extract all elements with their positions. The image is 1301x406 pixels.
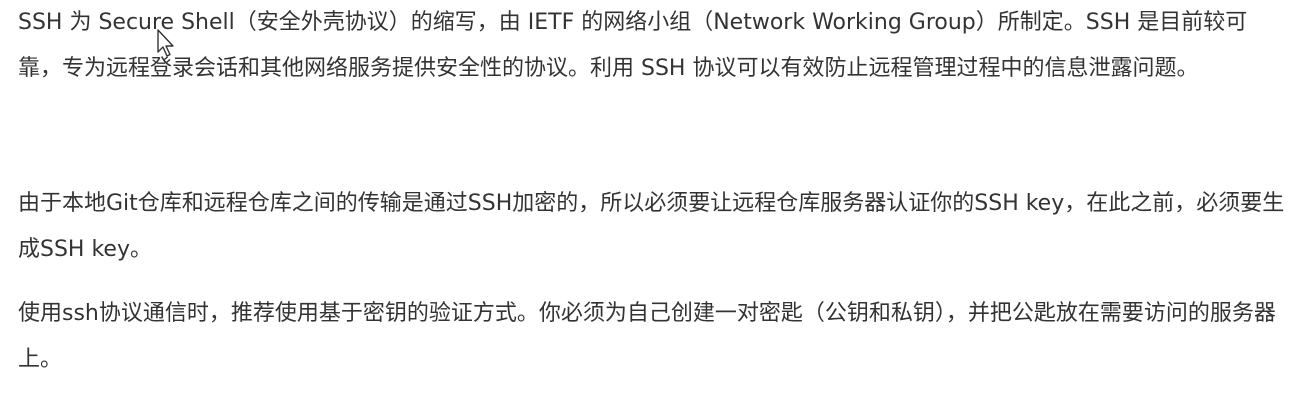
paragraph-key-authentication: 使用ssh协议通信时，推荐使用基于密钥的验证方式。你必须为自己创建一对密匙（公钥… xyxy=(18,301,1276,372)
paragraph-ssh-definition: SSH 为 Secure Shell（安全外壳协议）的缩写，由 IETF 的网络… xyxy=(18,10,1248,81)
mouse-pointer-icon xyxy=(157,29,174,57)
paragraph-git-ssh-transfer: 由于本地Git仓库和远程仓库之间的传输是通过SSH加密的，所以必须要让远程仓库服… xyxy=(18,191,1285,262)
